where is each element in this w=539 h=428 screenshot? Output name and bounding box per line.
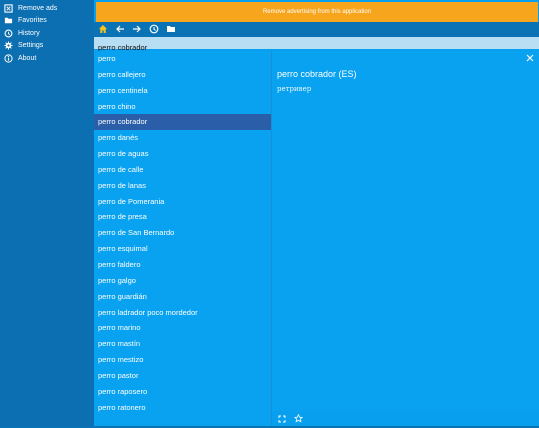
list-item[interactable]: perro centinela [94,83,271,99]
list-item[interactable]: perro chino [94,99,271,115]
entry-translation: ретривер [277,85,312,93]
sidebar-item-label: Favorites [18,17,47,25]
list-item[interactable]: perro ladrador poco mordedor [94,305,271,321]
sidebar-menu: Remove ads Favorites History Settings Ab… [0,0,94,65]
list-item[interactable]: perro esquimal [94,241,271,257]
banner-text: Remove advertising from this application [262,9,372,15]
list-item[interactable]: perro danés [94,130,271,146]
sidebar-item-label: Remove ads [18,4,58,12]
list-item[interactable]: perro galgo [94,273,271,289]
list-item[interactable]: perro de San Bernardo [94,225,271,241]
sidebar-item-label: History [18,29,40,37]
detail-footer [272,411,539,426]
list-item[interactable]: perro mestizo [94,352,271,368]
list-item[interactable]: perro de lanas [94,178,271,194]
favorites-button[interactable] [163,22,179,38]
list-item[interactable]: perro raposero [94,384,271,400]
list-item[interactable]: perro guardián [94,289,271,305]
list-item[interactable]: perro de aguas [94,146,271,162]
word-list: perro perro callejero perro centinela pe… [94,51,271,426]
entry-title: perro cobrador (ES) [277,69,357,79]
remove-ads-icon [3,3,13,13]
list-item[interactable]: perro faldero [94,257,271,273]
sidebar-item-history[interactable]: History [0,27,94,40]
sidebar-item-about[interactable]: About [0,52,94,65]
home-button[interactable] [95,22,111,38]
list-item[interactable]: perro de presa [94,209,271,225]
sidebar-item-favorites[interactable]: Favorites [0,15,94,28]
toolbar [94,22,539,38]
back-button[interactable] [112,22,128,38]
add-favorite-button[interactable] [292,413,304,425]
search-bar [94,37,539,54]
sidebar-item-remove-ads[interactable]: Remove ads [0,2,94,15]
fullscreen-button[interactable] [276,413,288,425]
sidebar-item-label: Settings [18,42,44,50]
list-item[interactable]: perro [94,51,271,67]
remove-ads-banner[interactable]: Remove advertising from this application [96,2,538,22]
list-item[interactable]: perro ratonero [94,400,271,416]
list-item-selected[interactable]: perro cobrador [94,114,271,131]
info-icon [3,53,13,63]
list-item[interactable]: perro de calle [94,162,271,178]
star-icon [293,410,303,428]
list-item[interactable]: perro callejero [94,67,271,83]
gear-icon [3,41,13,51]
close-button[interactable] [525,53,535,63]
list-item[interactable]: perro marino [94,320,271,336]
forward-button[interactable] [129,22,145,38]
detail-pane: perro cobrador (ES) ретривер [272,51,539,411]
expand-icon [278,410,286,428]
list-item[interactable]: perro de Pomerania [94,194,271,210]
list-item[interactable]: perro pastor [94,368,271,384]
sidebar: Remove ads Favorites History Settings Ab… [0,0,94,426]
sidebar-item-label: About [18,54,37,62]
sidebar-item-settings[interactable]: Settings [0,40,94,53]
close-icon [526,49,534,67]
history-icon [3,28,13,38]
history-button[interactable] [146,22,162,38]
list-item[interactable]: perro mastín [94,336,271,352]
main-panel: Remove advertising from this application [94,0,539,426]
folder-icon [3,16,13,26]
